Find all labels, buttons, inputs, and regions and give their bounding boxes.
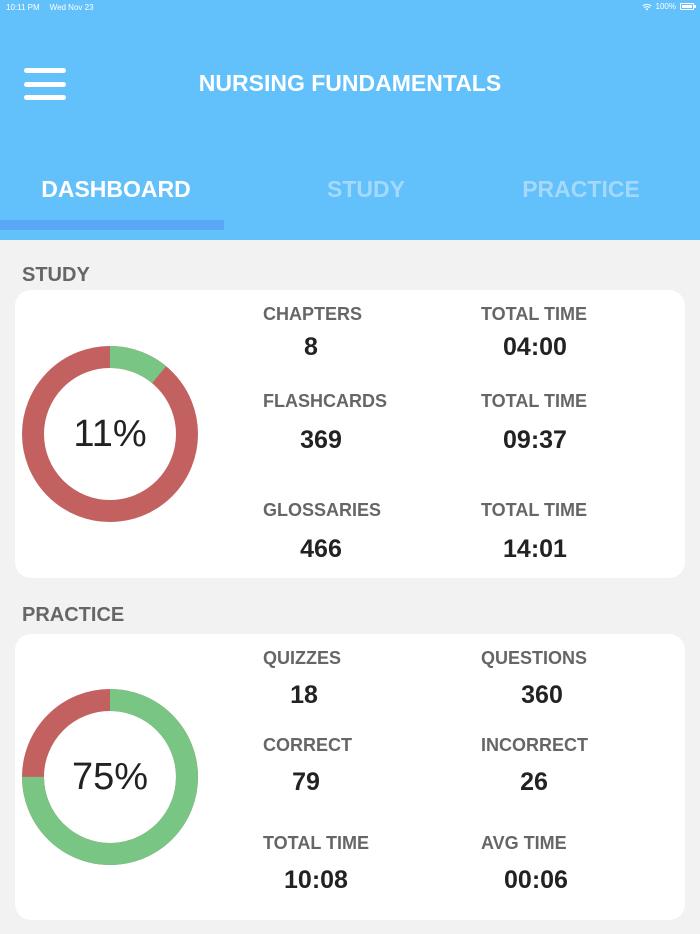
study-stat-flashcards: FLASHCARDS 369 (263, 391, 387, 455)
stat-value: 26 (520, 768, 548, 796)
stat-value: 09:37 (503, 426, 567, 454)
stat-label: TOTAL TIME (263, 833, 369, 853)
stat-label: CORRECT (263, 735, 352, 755)
stat-label: CHAPTERS (263, 304, 363, 324)
tab-dashboard[interactable]: DASHBOARD (0, 176, 232, 203)
stat-value: 369 (300, 426, 342, 454)
stat-value: 00:06 (504, 866, 568, 894)
stat-value: 10:08 (284, 866, 348, 894)
practice-section-label: PRACTICE (22, 604, 125, 626)
study-stat-flashcards-time: TOTAL TIME 09:37 (481, 391, 589, 455)
study-stat-glossaries-time: TOTAL TIME 14:01 (481, 500, 589, 564)
study-section-label: STUDY (22, 264, 90, 286)
battery-icon (680, 3, 696, 10)
stat-value: 18 (290, 681, 318, 709)
stat-label: INCORRECT (481, 735, 588, 755)
stat-value: 04:00 (503, 333, 567, 361)
tab-practice[interactable]: PRACTICE (470, 176, 692, 203)
stat-label: TOTAL TIME (481, 304, 587, 324)
practice-card: 75% QUIZZES 18 QUESTIONS 360 CORRECT 79 … (15, 634, 685, 920)
stat-value: 79 (292, 768, 320, 796)
page-title: NURSING FUNDAMENTALS (198, 70, 502, 96)
practice-stat-total-time: TOTAL TIME 10:08 (263, 833, 369, 895)
practice-progress-ring: 75% (20, 687, 200, 867)
practice-percent: 75% (71, 755, 149, 798)
practice-stat-questions: QUESTIONS 360 (481, 648, 603, 710)
stat-label: QUIZZES (263, 648, 342, 668)
wifi-icon (641, 3, 652, 10)
battery-percent: 100% (655, 2, 676, 11)
stat-label: FLASHCARDS (263, 391, 387, 411)
stat-label: QUESTIONS (481, 648, 588, 668)
stat-label: GLOSSARIES (263, 500, 382, 520)
practice-stat-quizzes: QUIZZES 18 (263, 648, 345, 710)
stat-value: 8 (304, 333, 318, 361)
study-percent: 11% (73, 412, 147, 455)
tab-study[interactable]: STUDY (256, 176, 476, 203)
status-date: Wed Nov 23 (49, 3, 94, 12)
study-stat-glossaries: GLOSSARIES 466 (263, 500, 381, 564)
study-stat-chapters: CHAPTERS 8 (263, 304, 362, 362)
status-time: 10:11 PM (6, 3, 40, 12)
stat-label: AVG TIME (481, 833, 567, 853)
app-header: 10:11 PM Wed Nov 23 100% NURSING FUNDAME… (0, 0, 700, 240)
stat-value: 14:01 (503, 535, 567, 563)
study-stat-chapters-time: TOTAL TIME 04:00 (481, 304, 589, 362)
stat-label: TOTAL TIME (481, 391, 587, 411)
stat-value: 360 (521, 681, 563, 709)
practice-stat-incorrect: INCORRECT 26 (481, 735, 588, 797)
study-card: 11% CHAPTERS 8 TOTAL TIME 04:00 FLASHCAR… (15, 290, 685, 578)
tab-bar: DASHBOARD STUDY PRACTICE (0, 176, 700, 212)
stat-value: 466 (300, 535, 342, 563)
status-bar: 10:11 PM Wed Nov 23 100% (0, 0, 700, 16)
practice-stat-correct: CORRECT 79 (263, 735, 352, 797)
study-progress-ring: 11% (20, 344, 200, 524)
practice-stat-avg-time: AVG TIME 00:06 (481, 833, 591, 895)
stat-label: TOTAL TIME (481, 500, 587, 520)
tab-indicator (0, 220, 224, 230)
